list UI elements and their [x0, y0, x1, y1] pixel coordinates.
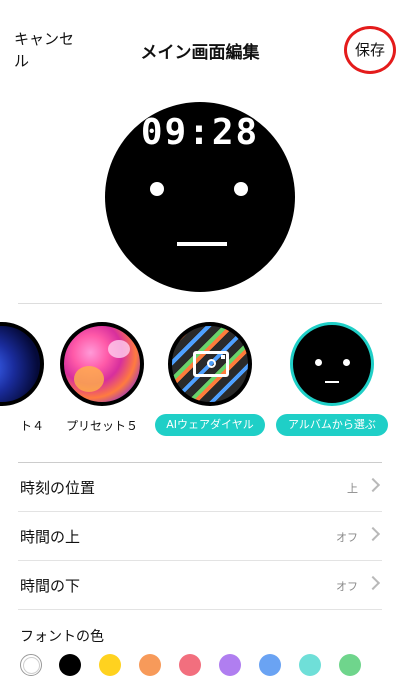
camera-flash	[221, 355, 225, 359]
row-label: 時間の下	[20, 577, 81, 595]
preset-carousel[interactable]: ト４ プリセット５ AIウェアダイヤル アルバムから選ぶ	[0, 312, 400, 442]
chevron-right-icon	[365, 575, 381, 591]
page-title: メイン画面編集	[140, 43, 260, 63]
album-thumbnail[interactable]	[290, 322, 374, 406]
color-swatch-purple[interactable]	[219, 654, 241, 676]
row-value: オフ	[336, 531, 358, 544]
preset-4-thumbnail[interactable]	[0, 322, 44, 406]
header: キャンセ ル メイン画面編集 保存	[0, 0, 400, 90]
row-label: 時間の上	[20, 528, 81, 546]
mini-face-right-eye	[343, 359, 350, 366]
font-color-label: フォントの色	[20, 629, 104, 645]
row-label: 時刻の位置	[20, 479, 96, 497]
ai-wear-dial-thumbnail[interactable]	[168, 322, 252, 406]
chevron-right-icon	[365, 526, 381, 542]
mini-face-mouth	[325, 381, 339, 383]
preset-5-label: プリセット５	[65, 419, 138, 433]
save-label: 保存	[354, 41, 385, 59]
color-swatch-yellow[interactable]	[99, 654, 121, 676]
color-swatch-orange[interactable]	[139, 654, 161, 676]
mini-face-left-eye	[315, 359, 322, 366]
swirl-decoration	[74, 366, 104, 392]
preview-time: 09:28	[140, 112, 260, 153]
settings-row-above-time[interactable]: 時間の上 オフ	[18, 512, 382, 561]
camera-lens	[207, 359, 216, 368]
color-swatch-black[interactable]	[59, 654, 81, 676]
row-value: オフ	[336, 580, 358, 593]
ai-wear-dial-button[interactable]: AIウェアダイヤル	[155, 414, 265, 436]
color-swatch-green[interactable]	[339, 654, 361, 676]
settings-row-below-time[interactable]: 時間の下 オフ	[18, 561, 382, 610]
settings-row-time-position[interactable]: 時刻の位置 上	[18, 463, 382, 512]
face-mouth	[177, 242, 227, 246]
watch-face-preview: 09:28	[105, 102, 295, 292]
swirl-decoration	[108, 340, 130, 358]
color-swatch-white[interactable]	[20, 654, 42, 676]
camera-icon	[193, 351, 229, 377]
choose-from-album-button[interactable]: アルバムから選ぶ	[276, 414, 388, 436]
color-swatch-blue[interactable]	[259, 654, 281, 676]
chevron-right-icon	[365, 477, 381, 493]
color-swatch-cyan[interactable]	[299, 654, 321, 676]
color-swatch-pink[interactable]	[179, 654, 201, 676]
preset-4-label: ト４	[20, 419, 45, 433]
font-color-swatches	[18, 654, 382, 678]
preset-5-thumbnail[interactable]	[60, 322, 144, 406]
row-value: 上	[347, 482, 358, 495]
divider	[18, 303, 382, 304]
face-right-eye	[234, 182, 248, 196]
face-left-eye	[150, 182, 164, 196]
save-button[interactable]: 保存	[344, 26, 396, 74]
